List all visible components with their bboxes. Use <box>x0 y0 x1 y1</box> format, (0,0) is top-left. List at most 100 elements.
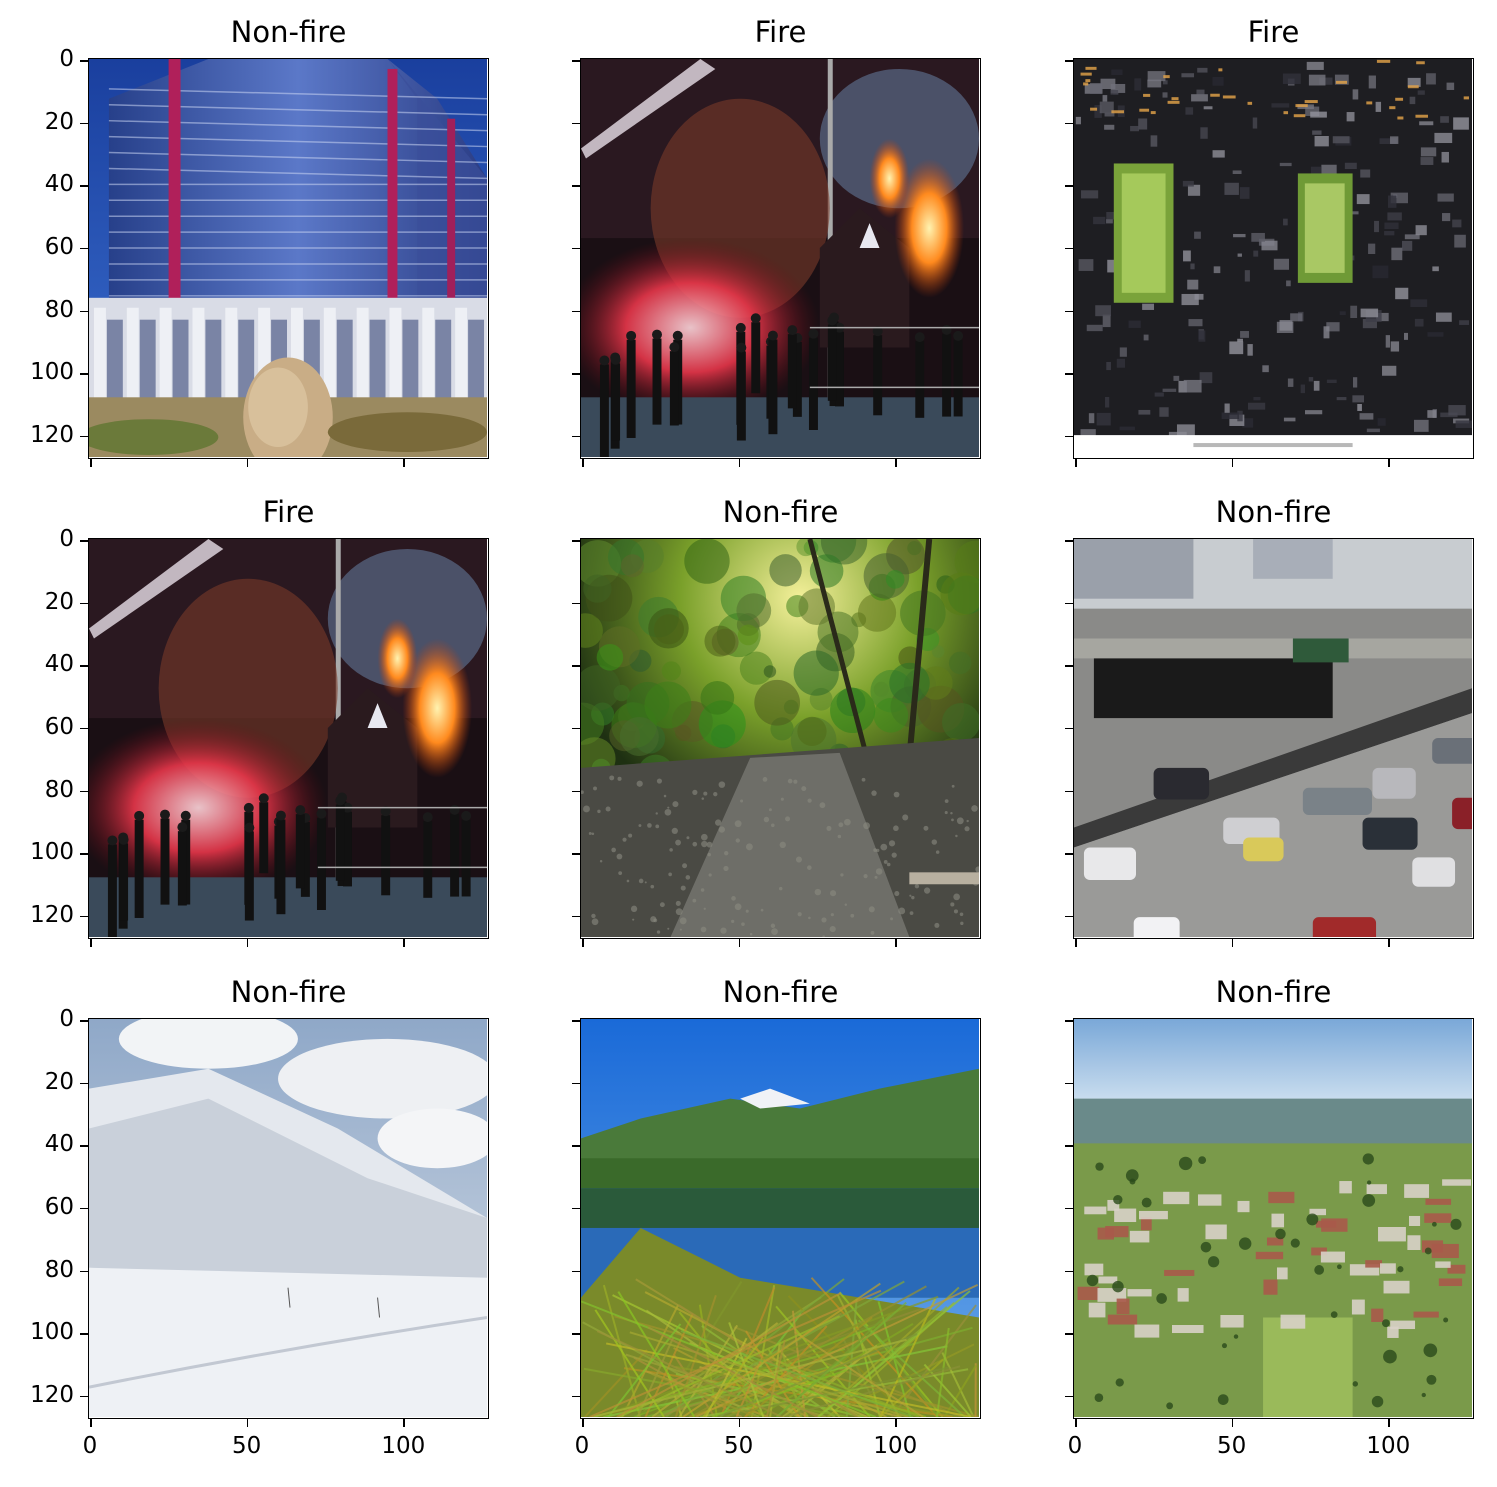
y-tick-mark <box>1065 185 1073 187</box>
y-tick-label: 40 <box>44 651 74 678</box>
y-tick-label: 0 <box>59 526 74 552</box>
y-tick-mark <box>572 1082 580 1085</box>
y-tick-label: 40 <box>44 171 74 198</box>
y-tick-mark <box>80 247 88 250</box>
y-tick-mark <box>572 1333 580 1335</box>
panel-title: Non-fire <box>722 975 839 1009</box>
panel-title: Non-fire <box>1215 975 1332 1009</box>
y-tick-label: 60 <box>44 713 74 740</box>
y-tick-mark <box>80 122 88 125</box>
x-tick-mark <box>90 939 92 947</box>
y-tick-mark <box>80 665 88 667</box>
y-tick-mark <box>572 853 580 855</box>
y-tick-mark <box>1065 1333 1073 1335</box>
y-tick-mark <box>80 853 88 855</box>
x-tick-mark <box>1388 939 1390 947</box>
panel-image-mountain-lake <box>580 1018 981 1419</box>
panel-image-office-building <box>88 58 489 459</box>
y-tick-label: 0 <box>59 46 74 72</box>
x-tick-mark <box>738 939 741 947</box>
y-tick-mark <box>80 60 88 62</box>
y-tick-label: 40 <box>44 1131 74 1158</box>
y-tick-label: 0 <box>59 1006 74 1032</box>
y-tick-mark <box>1065 122 1073 125</box>
y-tick-mark <box>1065 373 1073 375</box>
y-tick-mark <box>80 727 88 730</box>
panel-image-aerial-town <box>1073 1018 1474 1419</box>
x-tick-label: 100 <box>873 1433 918 1459</box>
y-tick-mark <box>572 1207 580 1210</box>
x-tick-mark <box>895 459 897 467</box>
y-tick-mark <box>572 1145 580 1147</box>
x-tick-mark <box>1075 939 1077 947</box>
y-tick-mark <box>572 790 580 793</box>
y-tick-mark <box>1065 602 1073 605</box>
y-tick-mark <box>572 310 580 313</box>
y-tick-mark <box>1065 1395 1073 1398</box>
y-tick-mark <box>80 1207 88 1210</box>
y-tick-label: 80 <box>44 1256 74 1283</box>
y-tick-mark <box>1065 247 1073 250</box>
y-tick-label: 20 <box>44 588 74 615</box>
y-tick-mark <box>572 915 580 918</box>
x-tick-mark <box>1388 1419 1390 1427</box>
x-tick-mark <box>403 1419 405 1427</box>
y-tick-label: 120 <box>30 1381 74 1408</box>
x-tick-mark <box>1231 939 1234 947</box>
y-tick-label: 100 <box>30 1319 74 1346</box>
y-tick-label: 120 <box>30 421 74 448</box>
y-tick-mark <box>1065 665 1073 667</box>
y-tick-mark <box>80 915 88 918</box>
panel-title: Fire <box>262 495 315 529</box>
y-tick-mark <box>1065 310 1073 313</box>
y-tick-mark <box>80 1082 88 1085</box>
x-tick-mark <box>738 1419 741 1427</box>
x-tick-label: 50 <box>232 1433 262 1459</box>
y-tick-mark <box>1065 1082 1073 1085</box>
y-tick-mark <box>572 435 580 438</box>
y-tick-mark <box>80 373 88 375</box>
y-tick-mark <box>1065 540 1073 542</box>
y-tick-mark <box>572 247 580 250</box>
y-tick-mark <box>80 1395 88 1398</box>
y-tick-mark <box>80 310 88 313</box>
y-tick-mark <box>1065 1020 1073 1022</box>
y-tick-mark <box>80 1020 88 1022</box>
x-tick-label: 50 <box>1217 1433 1247 1459</box>
y-tick-mark <box>1065 915 1073 918</box>
x-tick-label: 0 <box>82 1433 98 1459</box>
x-tick-mark <box>582 459 584 467</box>
x-tick-mark <box>1075 1419 1077 1427</box>
panel-image-burnt-interior <box>1073 58 1474 459</box>
panel-image-highway-traffic <box>1073 538 1474 939</box>
panel-title: Non-fire <box>1215 495 1332 529</box>
x-tick-mark <box>90 1419 92 1427</box>
panel-title: Fire <box>754 15 807 49</box>
x-tick-mark <box>1388 459 1390 467</box>
y-tick-mark <box>572 1020 580 1022</box>
x-tick-mark <box>246 1419 249 1427</box>
y-tick-mark <box>572 1270 580 1273</box>
y-tick-mark <box>572 60 580 62</box>
x-tick-mark <box>1231 1419 1234 1427</box>
x-tick-label: 100 <box>381 1433 426 1459</box>
x-tick-mark <box>403 459 405 467</box>
y-tick-label: 20 <box>44 1068 74 1095</box>
y-tick-mark <box>1065 1145 1073 1147</box>
x-tick-mark <box>1231 459 1234 467</box>
y-tick-label: 100 <box>30 839 74 866</box>
x-tick-label: 0 <box>574 1433 590 1459</box>
y-tick-mark <box>572 727 580 730</box>
x-tick-mark <box>738 459 741 467</box>
y-tick-mark <box>572 665 580 667</box>
x-tick-mark <box>582 1419 584 1427</box>
panel-image-house-fire-night <box>88 538 489 939</box>
y-tick-mark <box>80 1333 88 1335</box>
y-tick-mark <box>80 540 88 542</box>
y-tick-mark <box>572 185 580 187</box>
y-tick-mark <box>80 602 88 605</box>
y-tick-mark <box>572 540 580 542</box>
y-tick-mark <box>80 185 88 187</box>
x-tick-label: 100 <box>1366 1433 1411 1459</box>
y-tick-mark <box>1065 727 1073 730</box>
